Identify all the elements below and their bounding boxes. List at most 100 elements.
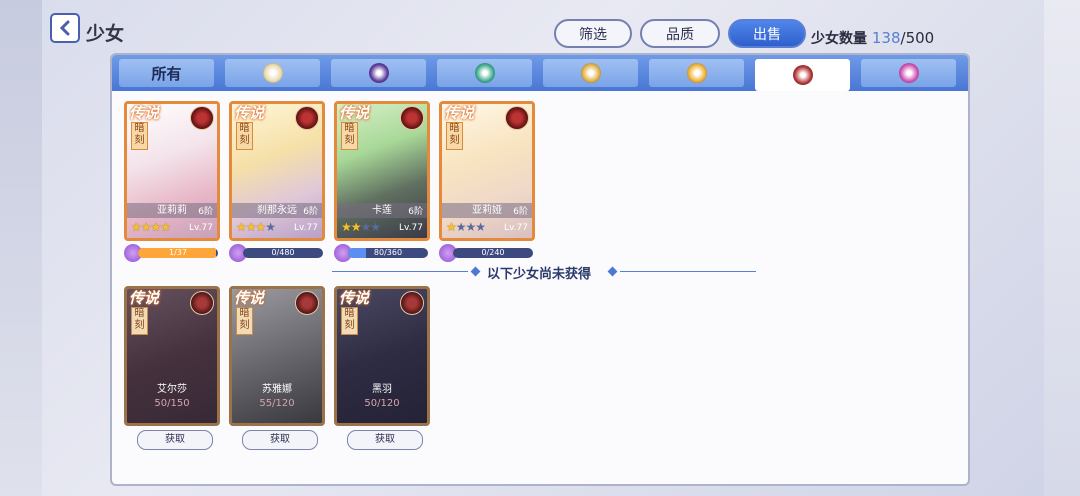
fire-emblem-icon (190, 106, 214, 130)
star-icon: ★ (131, 220, 142, 234)
girls-panel: 所有 传说 暗刻 亚莉莉 6阶 ★★★★ Lv.77 1/37 传说 暗刻 刹那永远 6阶 ★★★★ L… (110, 53, 970, 486)
rarity-label: 传说 (339, 289, 370, 307)
fire-emblem-icon (295, 106, 319, 130)
type-tag: 暗刻 (236, 307, 253, 335)
girl-card[interactable]: 传说 暗刻 刹那永远 6阶 ★★★★ Lv.77 (229, 101, 325, 241)
star-icon: ★ (370, 220, 381, 234)
star-icon: ★ (475, 220, 486, 234)
shard-progress-bar: 1/37 (124, 244, 220, 262)
tab-earth-element[interactable] (543, 59, 638, 87)
unobtained-divider: 以下少女尚未获得 (332, 266, 756, 282)
sun-element-icon (686, 63, 707, 83)
girl-card[interactable]: 传说 暗刻 卡莲 6阶 ★★★★ Lv.77 (334, 101, 430, 241)
level-text: Lv.77 (189, 223, 213, 233)
locked-girl-card[interactable]: 传说 暗刻 苏雅娜 55/120 (229, 286, 325, 426)
rarity-label: 传说 (129, 104, 160, 122)
quality-button[interactable]: 品质 (640, 19, 720, 48)
chevron-left-icon (59, 20, 70, 36)
shard-progress-bar: 0/480 (229, 244, 325, 262)
level-text: Lv.77 (399, 223, 423, 233)
type-tag: 暗刻 (341, 122, 358, 150)
page-title: 少女 (86, 23, 125, 45)
shard-progress-text: 50/150 (154, 398, 190, 409)
rarity-label: 传说 (234, 104, 265, 122)
tab-candy-element[interactable] (861, 59, 956, 87)
fire-element-icon (792, 65, 813, 85)
star-icon: ★ (446, 220, 457, 234)
count-current: 138 (871, 29, 901, 47)
obtain-button[interactable]: 获取 (242, 430, 318, 450)
type-tag: 暗刻 (131, 307, 148, 335)
star-icon: ★ (350, 220, 362, 234)
star-icon: ★ (265, 220, 276, 234)
shard-progress-text: 50/120 (364, 398, 400, 409)
sell-button[interactable]: 出售 (728, 19, 806, 48)
obtain-button[interactable]: 获取 (137, 430, 213, 450)
star-icon: ★ (455, 220, 467, 234)
count-max: /500 (900, 29, 935, 47)
star-icon: ★ (245, 220, 257, 234)
star-icon: ★ (160, 220, 171, 234)
divider-text: 以下少女尚未获得 (487, 267, 592, 282)
light-element-icon (262, 63, 283, 83)
fire-emblem-icon (190, 291, 214, 315)
obtain-button[interactable]: 获取 (347, 430, 423, 450)
girl-name: 艾尔莎 (157, 384, 187, 395)
rarity-label: 传说 (339, 104, 370, 122)
tab-fire-element[interactable] (755, 59, 850, 91)
wind-element-icon (474, 63, 495, 83)
tab-wind-element[interactable] (437, 59, 532, 87)
divider-line-right (620, 271, 756, 272)
locked-girl-card[interactable]: 传说 暗刻艾尔莎 50/150 (124, 286, 220, 426)
shard-progress-bar: 0/240 (439, 244, 535, 262)
tab-dark-element[interactable] (331, 59, 426, 87)
girl-card[interactable]: 传说 暗刻 亚莉莉 6阶 ★★★★ Lv.77 (124, 101, 220, 241)
rank-hint: 6阶 (303, 207, 318, 217)
star-rating: ★★★★ (131, 220, 171, 234)
star-icon: ★ (140, 220, 152, 234)
tab-all[interactable]: 所有 (119, 59, 214, 87)
girl-card[interactable]: 传说 暗刻 亚莉娅 6阶 ★★★★ Lv.77 (439, 101, 535, 241)
filter-button[interactable]: 筛选 (554, 19, 632, 48)
fire-emblem-icon (295, 291, 319, 315)
star-icon: ★ (341, 220, 352, 234)
fire-emblem-icon (400, 106, 424, 130)
girl-name: 苏雅娜 (262, 384, 292, 395)
type-tag: 暗刻 (236, 122, 253, 150)
divider-diamond-left (470, 266, 481, 277)
rarity-label: 传说 (444, 104, 475, 122)
star-icon: ★ (360, 220, 372, 234)
type-tag: 暗刻 (446, 122, 463, 150)
level-text: Lv.77 (294, 223, 318, 233)
element-tab-bar: 所有 (112, 55, 968, 91)
rank-hint: 6阶 (198, 207, 213, 217)
progress-text: 1/37 (169, 248, 187, 257)
star-icon: ★ (255, 220, 267, 234)
tab-sun-element[interactable] (649, 59, 744, 87)
star-icon: ★ (150, 220, 162, 234)
tab-light-element[interactable] (225, 59, 320, 87)
left-backdrop (0, 0, 42, 496)
rarity-label: 传说 (129, 289, 160, 307)
type-tag: 暗刻 (131, 122, 148, 150)
right-backdrop (1044, 0, 1080, 496)
locked-girl-card[interactable]: 传说 暗刻黑羽 50/120 (334, 286, 430, 426)
star-rating: ★★★★ (446, 220, 486, 234)
girl-count: 少女数量 138/500 (811, 28, 934, 48)
fire-emblem-icon (400, 291, 424, 315)
star-rating: ★★★★ (236, 220, 276, 234)
type-tag: 暗刻 (341, 307, 358, 335)
candy-element-icon (898, 63, 919, 83)
rank-hint: 6阶 (408, 207, 423, 217)
star-rating: ★★★★ (341, 220, 381, 234)
fire-emblem-icon (505, 106, 529, 130)
rank-hint: 6阶 (513, 207, 528, 217)
shard-progress-text: 55/120 (259, 398, 295, 409)
star-icon: ★ (465, 220, 477, 234)
earth-element-icon (580, 63, 601, 83)
star-icon: ★ (236, 220, 247, 234)
divider-diamond-right (607, 266, 618, 277)
progress-text: 0/480 (271, 248, 295, 257)
back-button[interactable] (50, 13, 80, 43)
girl-name: 黑羽 (372, 384, 392, 395)
